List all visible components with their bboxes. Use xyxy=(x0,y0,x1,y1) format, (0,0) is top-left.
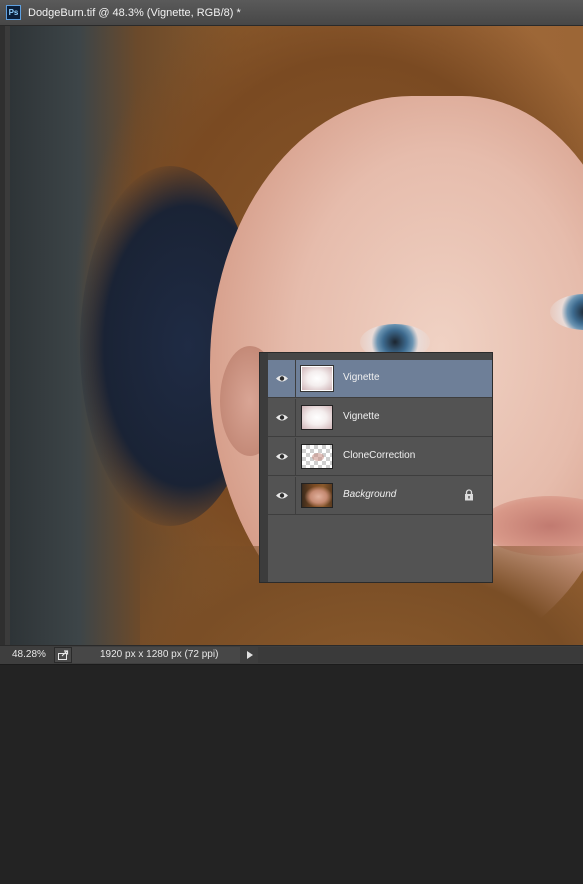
eye-icon xyxy=(276,414,288,421)
visibility-toggle[interactable] xyxy=(268,477,296,514)
share-button[interactable] xyxy=(54,647,72,663)
status-bar-spacer xyxy=(258,647,583,663)
panel-grip[interactable] xyxy=(260,353,268,582)
layer-name[interactable]: CloneCorrection xyxy=(343,450,415,461)
layer-row[interactable]: Vignette xyxy=(268,399,492,437)
visibility-toggle[interactable] xyxy=(268,399,296,436)
layer-row[interactable]: CloneCorrection xyxy=(268,438,492,476)
layer-thumbnail[interactable] xyxy=(301,483,333,508)
layer-name[interactable]: Vignette xyxy=(343,372,380,383)
panel-top-edge xyxy=(268,353,492,360)
layer-thumbnail[interactable] xyxy=(300,365,334,392)
document-tab[interactable]: Ps DodgeBurn.tif @ 48.3% (Vignette, RGB/… xyxy=(0,0,583,26)
status-bar: 48.28% 1920 px x 1280 px (72 ppi) xyxy=(0,645,583,665)
document-title: DodgeBurn.tif @ 48.3% (Vignette, RGB/8) … xyxy=(28,7,241,19)
eye-icon xyxy=(276,453,288,460)
eye-icon xyxy=(276,375,288,382)
layer-name[interactable]: Background xyxy=(343,489,396,500)
layer-row[interactable]: Vignette xyxy=(268,360,492,398)
photoshop-logo-icon: Ps xyxy=(6,5,21,20)
zoom-field[interactable]: 48.28% xyxy=(6,647,50,663)
eye-icon xyxy=(276,492,288,499)
layer-thumbnail[interactable] xyxy=(301,405,333,430)
document-info: 1920 px x 1280 px (72 ppi) xyxy=(72,647,240,663)
visibility-toggle[interactable] xyxy=(268,438,296,475)
layers-panel[interactable]: Vignette Vignette CloneCorrection Backgr… xyxy=(259,352,493,583)
triangle-right-icon[interactable] xyxy=(242,647,258,663)
share-icon xyxy=(58,650,69,660)
layers-empty-area[interactable] xyxy=(268,517,492,582)
visibility-toggle[interactable] xyxy=(268,360,296,397)
layer-name[interactable]: Vignette xyxy=(343,411,380,422)
layer-thumbnail[interactable] xyxy=(301,444,333,469)
layer-row[interactable]: Background xyxy=(268,477,492,515)
lock-icon[interactable] xyxy=(464,489,474,501)
